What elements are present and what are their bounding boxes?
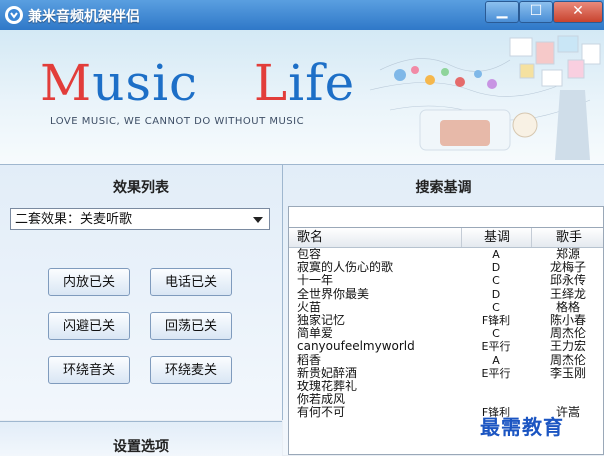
song-name-cell: 新贵妃醉酒 [297,366,358,380]
effects-panel-title: 效果列表 [113,180,169,196]
table-row[interactable]: 独家记忆 F锋利 陈小春 [289,313,603,327]
singer-cell: 周杰伦 [549,327,586,341]
song-table-body: 包容 A 郑源 寂寞的人伤心的歌 D 龙梅子 十一年 C 邱永传 全世界你最美 D 王绎龙 火苗 C 格格独… [289,248,603,420]
song-key-cell: E平行 [481,340,511,354]
song-key-cell: D [491,261,501,275]
singer-cell: 龙梅子 [549,261,586,275]
song-key-cell: A [492,353,500,367]
song-key-cell [461,393,531,406]
song-key-cell [461,380,531,393]
song-name-cell: 独家记忆 [297,313,346,327]
banner: Music Life LOVE MUSIC, WE CANNOT DO WITH… [0,30,604,165]
internal-playback-toggle-button[interactable]: 内放已关 [48,268,130,296]
song-key-cell: D [491,287,501,301]
table-row[interactable]: 火苗 C 格格 [289,300,603,314]
close-button[interactable]: ✕ [553,1,603,23]
table-row[interactable]: 新贵妃醉酒 E平行 李玉刚 [289,366,603,380]
singer-cell: 王力宏 [549,340,586,354]
song-name-cell: 全世界你最美 [297,287,370,301]
table-row[interactable]: 简单爱 C 周杰伦 [289,327,603,341]
ducking-toggle-button[interactable]: 闪避已关 [48,312,130,340]
song-name-cell: 有何不可 [297,406,346,420]
song-name-cell: 你若成风 [297,393,346,407]
song-name-cell: 稻香 [297,353,322,367]
minimize-button[interactable]: ▁ [485,1,519,23]
settings-panel: 设置选项 [0,421,282,456]
singer-cell: 格格 [555,300,580,314]
settings-panel-title: 设置选项 [113,439,169,455]
singer-cell: 王绎龙 [549,287,586,301]
song-name-cell: 火苗 [297,300,322,314]
phone-toggle-button[interactable]: 电话已关 [150,268,232,296]
banner-decoration-image [369,35,601,160]
table-row[interactable]: 全世界你最美 D 王绎龙 [289,287,603,301]
song-name-cell: 简单爱 [297,327,334,341]
effects-panel: 效果列表 二套效果：关麦听歌 内放已关 电话已关 闪避已关 回荡已关 环绕音关 … [0,165,283,420]
table-row[interactable]: 包容 A 郑源 [289,248,603,261]
effect-preset-select[interactable]: 二套效果：关麦听歌 [10,208,270,230]
song-name-cell: 寂寞的人伤心的歌 [297,261,394,275]
surround-audio-toggle-button[interactable]: 环绕音关 [48,356,130,384]
song-name-cell: canyoufeelmyworld [297,340,415,354]
singer-cell: 周杰伦 [549,353,586,367]
singer-cell: 陈小春 [549,313,586,327]
song-key-cell: E平行 [481,366,511,380]
singer-cell: 邱永传 [549,274,586,288]
table-row[interactable]: 十一年 C 邱永传 [289,274,603,288]
app-logo-icon [5,6,23,24]
song-name-cell: 玫瑰花葬礼 [297,379,358,393]
song-key-cell: A [492,248,500,261]
singer-cell [531,380,603,393]
song-key-cell: C [492,327,500,341]
song-name-cell: 十一年 [297,274,334,288]
column-header-singer[interactable]: 歌手 [531,228,603,247]
maximize-button[interactable]: ☐ [519,1,553,23]
window-title: 兼米音频机架伴侣 [28,9,140,25]
song-table-header: 歌名 基调 歌手 [289,228,603,248]
title-bar[interactable]: 兼米音频机架伴侣 ▁ ☐ ✕ [0,0,604,30]
singer-cell: 郑源 [555,248,580,261]
song-key-cell: C [492,300,500,314]
surround-mic-toggle-button[interactable]: 环绕麦关 [150,356,232,384]
watermark-text: 最需教育 [480,415,564,439]
song-name-cell: 包容 [297,248,322,261]
table-row[interactable]: 玫瑰花葬礼 [289,379,603,393]
banner-tagline: LOVE MUSIC, WE CANNOT DO WITHOUT MUSIC [50,116,305,127]
table-row[interactable]: 你若成风 [289,393,603,407]
chevron-down-icon[interactable] [253,217,263,223]
singer-cell [531,393,603,406]
singer-cell: 李玉刚 [549,366,586,380]
search-panel-title: 搜索基调 [415,180,472,196]
table-row[interactable]: 稻香 A 周杰伦 [289,353,603,367]
table-row[interactable]: 寂寞的人伤心的歌 D 龙梅子 [289,261,603,275]
column-header-song[interactable]: 歌名 [297,228,323,247]
music-life-logo: Music Life [40,54,356,112]
song-key-cell: F锋利 [481,313,511,327]
table-row[interactable]: canyoufeelmyworld E平行 王力宏 [289,340,603,354]
effect-preset-value: 二套效果：关麦听歌 [15,212,133,227]
song-key-cell: C [492,274,500,288]
reverb-toggle-button[interactable]: 回荡已关 [150,312,232,340]
column-header-key[interactable]: 基调 [461,228,532,247]
search-input[interactable] [288,206,604,228]
